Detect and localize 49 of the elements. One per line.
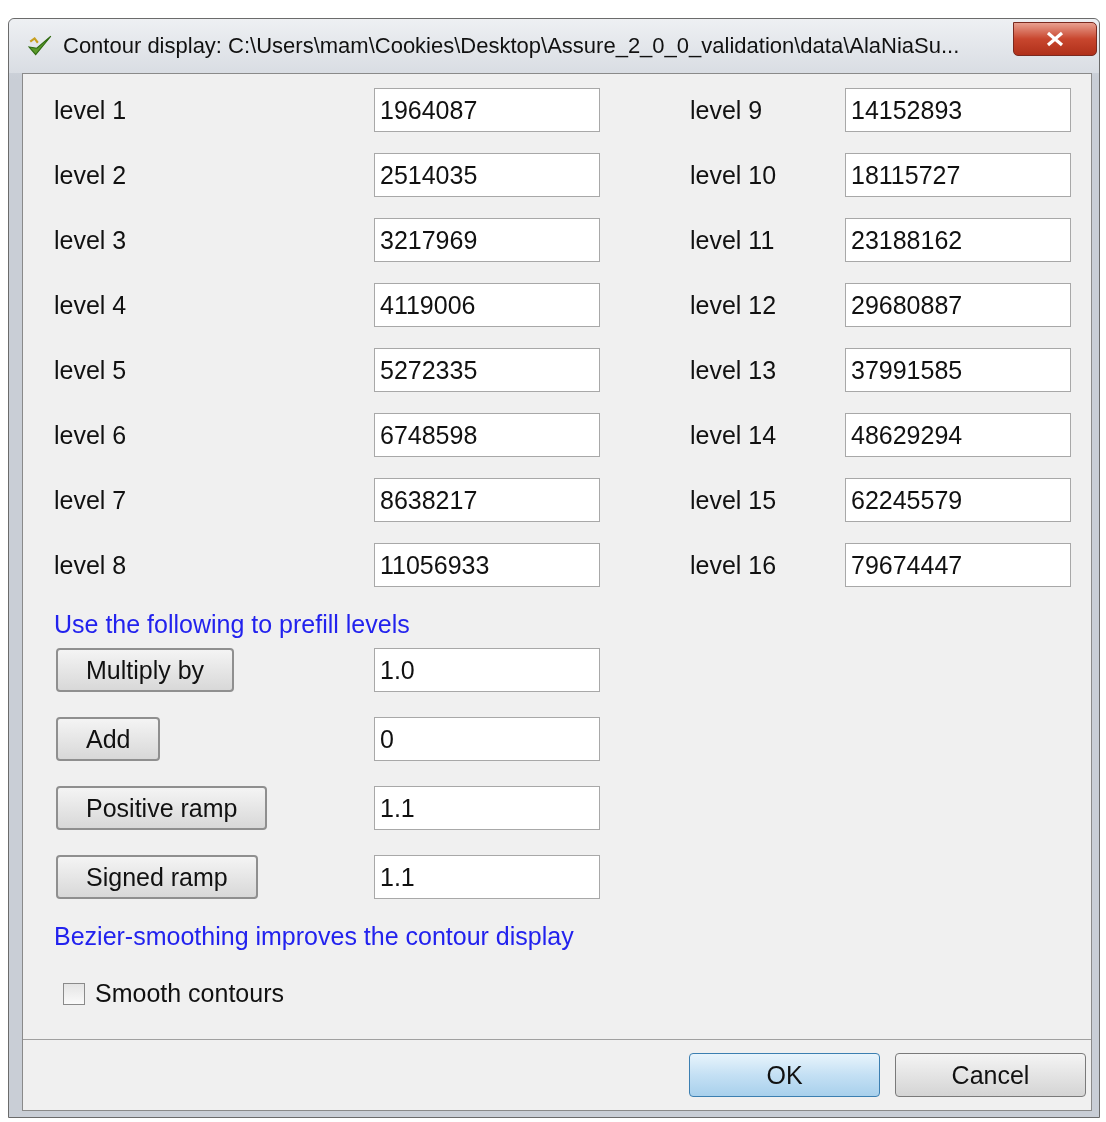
level-label: level 1: [54, 95, 128, 125]
level-label: level 8: [54, 550, 128, 580]
level-input[interactable]: 23188162: [845, 218, 1071, 262]
checkbox-label: Smooth contours: [95, 979, 284, 1008]
level-input[interactable]: 18115727: [845, 153, 1071, 197]
window-title: Contour display: C:\Users\mam\Cookies\Desktop\Assure_2_0_0_validation\data\AlaNiaSu...: [63, 33, 960, 59]
smoothing-note: Bezier-smoothing improves the contour display: [54, 921, 575, 951]
prefill-button[interactable]: Signed ramp: [56, 855, 258, 899]
level-label: level 13: [690, 355, 778, 385]
prefill-button[interactable]: Positive ramp: [56, 786, 268, 830]
close-icon: [1045, 31, 1065, 47]
level-label: level 5: [54, 355, 128, 385]
level-label: level 14: [690, 420, 778, 450]
prefill-input[interactable]: 1.0: [374, 648, 600, 692]
level-input[interactable]: 8638217: [374, 478, 600, 522]
prefill-button[interactable]: Multiply by: [56, 648, 235, 692]
level-label: level 7: [54, 485, 128, 515]
level-input[interactable]: 1964087: [374, 88, 600, 132]
checkbox[interactable]: [63, 982, 85, 1005]
prefill-input[interactable]: 1.1: [374, 786, 600, 830]
level-input[interactable]: 3217969: [374, 218, 600, 262]
level-label: level 10: [690, 160, 778, 190]
level-input[interactable]: 6748598: [374, 413, 600, 457]
level-input[interactable]: 11056933: [374, 543, 600, 587]
level-input[interactable]: 37991585: [845, 348, 1071, 392]
level-label: level 9: [690, 95, 764, 125]
level-label: level 15: [690, 485, 778, 515]
level-input[interactable]: 48629294: [845, 413, 1071, 457]
level-label: level 4: [54, 290, 128, 320]
level-input[interactable]: 14152893: [845, 88, 1071, 132]
level-input[interactable]: 62245579: [845, 478, 1071, 522]
level-input[interactable]: 5272335: [374, 348, 600, 392]
level-label: level 6: [54, 420, 128, 450]
level-label: level 16: [690, 550, 778, 580]
level-input[interactable]: 4119006: [374, 283, 600, 327]
close-button[interactable]: [1013, 22, 1097, 56]
prefill-input[interactable]: 0: [374, 717, 600, 761]
level-label: level 3: [54, 225, 128, 255]
prefill-input[interactable]: 1.1: [374, 855, 600, 899]
prefill-heading: Use the following to prefill levels: [54, 609, 411, 639]
level-label: level 12: [690, 290, 778, 320]
prefill-button[interactable]: Add: [56, 717, 161, 761]
ok-button[interactable]: OK: [689, 1053, 880, 1097]
level-input[interactable]: 79674447: [845, 543, 1071, 587]
level-input[interactable]: 2514035: [374, 153, 600, 197]
cancel-button[interactable]: Cancel: [895, 1053, 1086, 1097]
level-input[interactable]: 29680887: [845, 283, 1071, 327]
level-label: level 2: [54, 160, 128, 190]
level-label: level 11: [690, 225, 776, 255]
